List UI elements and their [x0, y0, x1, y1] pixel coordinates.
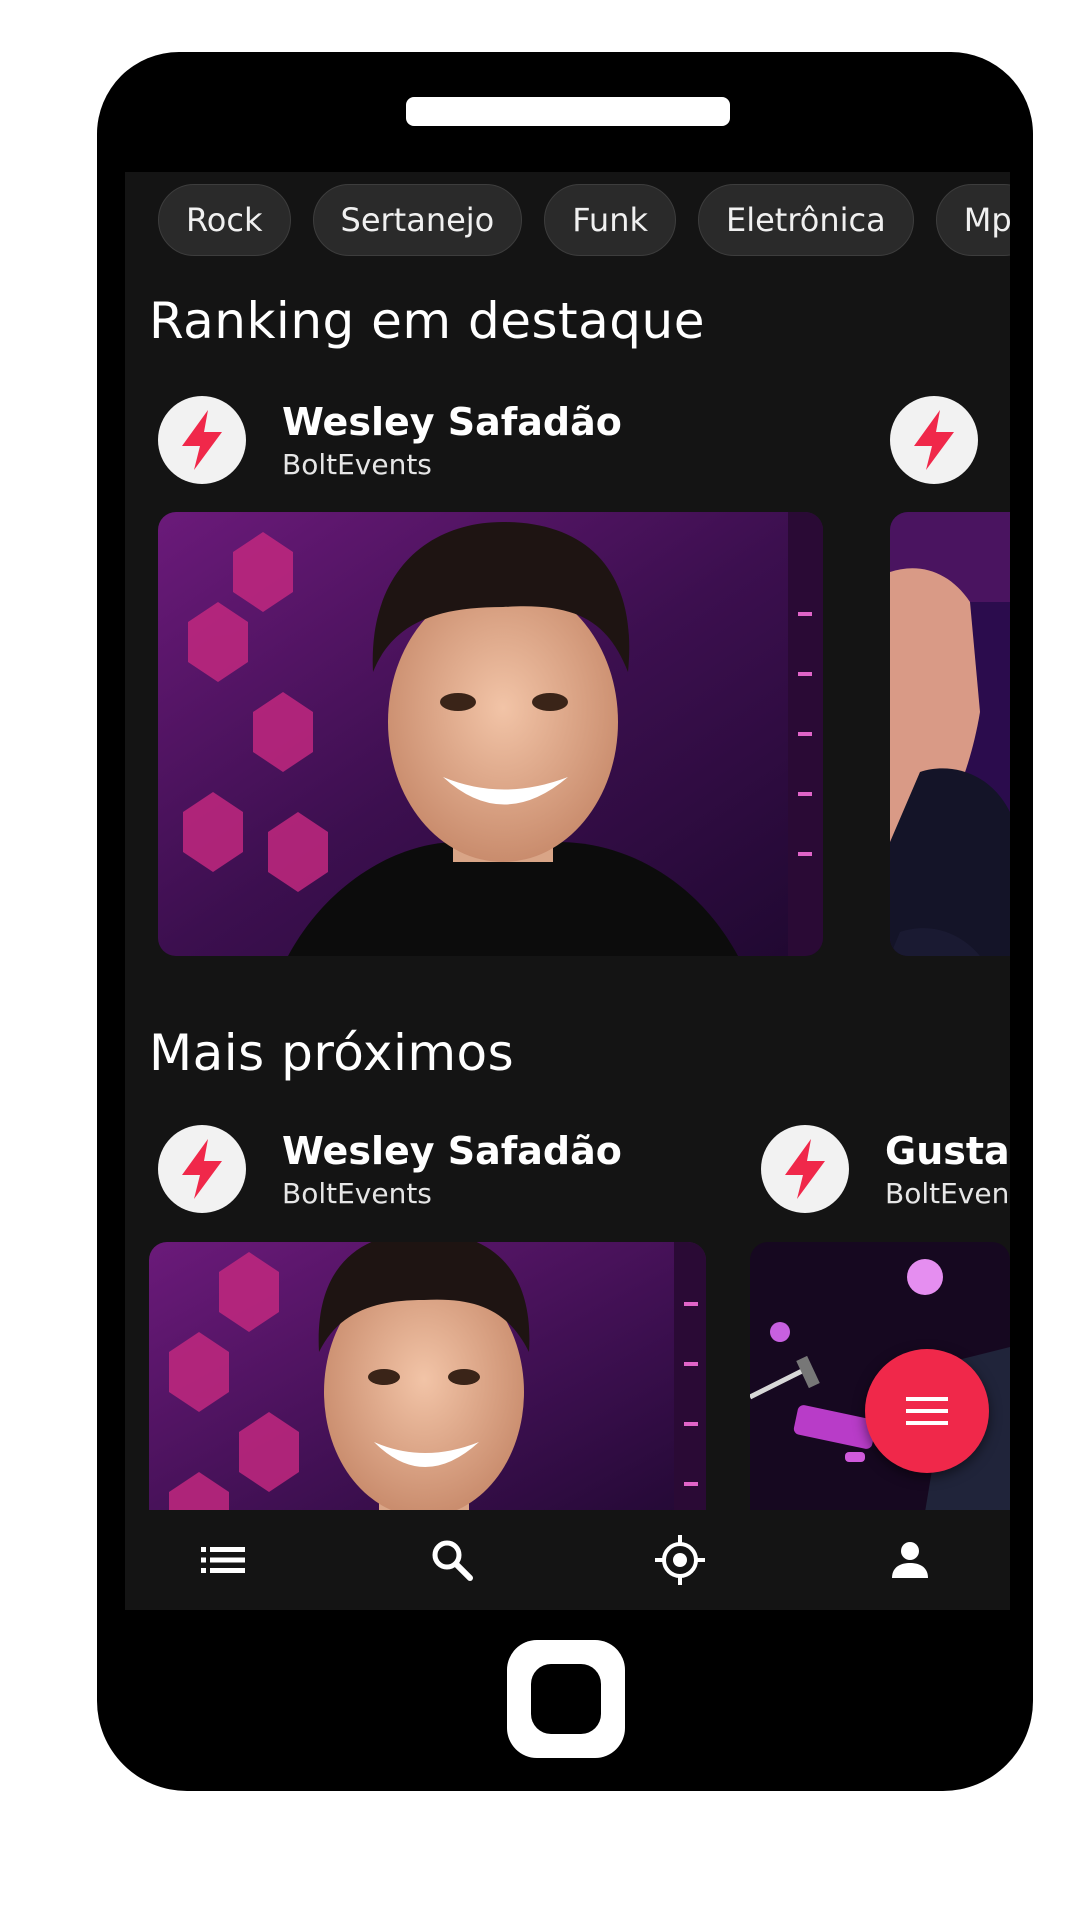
genre-chip-row: Rock Sertanejo Funk Eletrônica Mp — [158, 184, 1010, 256]
artist-name: Wesley Safadão — [282, 1128, 622, 1173]
nav-list-button[interactable] — [193, 1530, 253, 1590]
bolt-logo-icon — [890, 396, 978, 484]
chip-rock[interactable]: Rock — [158, 184, 291, 256]
chip-sertanejo[interactable]: Sertanejo — [312, 184, 523, 256]
chip-funk[interactable]: Funk — [544, 184, 676, 256]
chip-mp[interactable]: Mp — [935, 184, 1010, 256]
organizer-name: BoltEven — [885, 1176, 1010, 1210]
section-title-nearby: Mais próximos — [149, 1024, 515, 1082]
artist-name: Wesley Safadão — [282, 399, 622, 444]
ranking-event-photo-1[interactable] — [158, 512, 823, 956]
chip-eletronica[interactable]: Eletrônica — [698, 184, 914, 256]
organizer-name: BoltEvents — [282, 1176, 432, 1210]
ranking-card-header-2[interactable] — [890, 396, 978, 484]
section-title-ranking: Ranking em destaque — [149, 292, 705, 350]
nearby-card-header-1[interactable]: Wesley Safadão BoltEvents — [158, 1125, 622, 1213]
organizer-name: BoltEvents — [282, 447, 432, 481]
nearby-card-header-2[interactable]: Gustav BoltEven — [761, 1125, 1010, 1213]
bolt-logo-icon — [158, 396, 246, 484]
menu-fab-button[interactable] — [865, 1349, 989, 1473]
list-icon — [201, 1547, 245, 1573]
ranking-event-photo-2[interactable] — [890, 512, 1010, 956]
nav-location-button[interactable] — [650, 1530, 710, 1590]
nav-profile-button[interactable] — [880, 1530, 940, 1590]
nav-search-button[interactable] — [422, 1530, 482, 1590]
phone-speaker — [406, 97, 730, 126]
artist-name: Gustav — [885, 1128, 1010, 1173]
bottom-navigation-bar — [125, 1510, 1010, 1610]
person-icon — [892, 1542, 928, 1578]
ranking-card-header-1[interactable]: Wesley Safadão BoltEvents — [158, 396, 622, 484]
search-icon — [432, 1540, 473, 1581]
app-screen: Rock Sertanejo Funk Eletrônica Mp Rankin… — [125, 172, 1010, 1610]
home-button[interactable] — [507, 1640, 625, 1758]
nearby-event-photo-1[interactable] — [149, 1242, 706, 1542]
menu-icon — [906, 1397, 948, 1425]
location-target-icon — [655, 1535, 705, 1585]
bolt-logo-icon — [761, 1125, 849, 1213]
bolt-logo-icon — [158, 1125, 246, 1213]
